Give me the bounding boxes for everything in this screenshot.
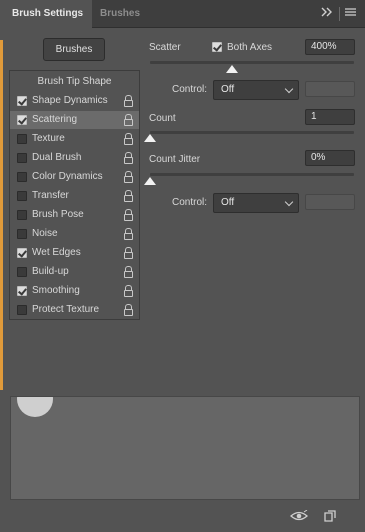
scatter-slider-track[interactable] [150,61,354,64]
list-item-color-dynamics[interactable]: Color Dynamics [10,168,139,186]
item-label: Scattering [32,114,78,125]
scatter-label: Scatter [149,42,181,53]
list-item-protect-texture[interactable]: Protect Texture [10,301,139,319]
lock-icon[interactable] [124,171,133,183]
scatter-control-label: Control: [172,84,208,95]
list-item-smoothing[interactable]: Smoothing [10,282,139,300]
panel-tab-bar: Brush Settings Brushes [3,0,365,29]
checkbox-protect-texture[interactable] [17,305,27,315]
brush-settings-panel: Brush Settings Brushes Brushes Brush Tip… [3,0,365,532]
checkbox-dual-brush[interactable] [17,153,27,163]
lock-icon[interactable] [124,152,133,164]
count-jitter-value-field[interactable]: 0% [305,150,355,166]
tab-brushes[interactable]: Brushes [91,0,149,28]
brush-tip-list: Brush Tip Shape Shape Dynamics Scatterin… [9,70,140,320]
checkbox-color-dynamics[interactable] [17,172,27,182]
scatter-slider-handle[interactable] [226,65,238,73]
list-item-wet-edges[interactable]: Wet Edges [10,244,139,262]
lock-icon[interactable] [124,133,133,145]
checkbox-texture[interactable] [17,134,27,144]
list-item-noise[interactable]: Noise [10,225,139,243]
chevron-down-icon [284,84,294,94]
eye-toggle-icon[interactable] [290,509,308,525]
count-slider-handle[interactable] [144,134,156,142]
lock-icon[interactable] [124,266,133,278]
checkbox-wet-edges[interactable] [17,248,27,258]
jitter-control-amount-field [305,194,355,210]
lock-icon[interactable] [124,209,133,221]
list-item-build-up[interactable]: Build-up [10,263,139,281]
double-chevron-right-icon[interactable] [321,0,333,28]
item-label: Shape Dynamics [32,95,108,106]
count-jitter-slider-track[interactable] [150,173,354,176]
jitter-control-label: Control: [172,197,208,208]
both-axes-checkbox[interactable] [212,42,222,52]
tab-brush-settings[interactable]: Brush Settings [3,0,93,29]
scatter-value-field[interactable]: 400% [305,39,355,55]
list-item-brush-pose[interactable]: Brush Pose [10,206,139,224]
scatter-control-amount-field [305,81,355,97]
count-jitter-label: Count Jitter [149,154,201,165]
lock-icon[interactable] [124,114,133,126]
item-label: Color Dynamics [32,171,103,182]
count-slider-track[interactable] [150,131,354,134]
lock-icon[interactable] [124,95,133,107]
jitter-control-value: Off [221,197,235,208]
brushes-button[interactable]: Brushes [43,38,105,61]
item-label: Smoothing [32,285,80,296]
count-label: Count [149,113,176,124]
list-item-dual-brush[interactable]: Dual Brush [10,149,139,167]
lock-icon[interactable] [124,190,133,202]
checkbox-brush-pose[interactable] [17,210,27,220]
both-axes-label: Both Axes [227,42,273,53]
tab-bar-divider [339,7,340,21]
count-jitter-slider-handle[interactable] [144,177,156,185]
checkbox-shape-dynamics[interactable] [17,96,27,106]
list-item-texture[interactable]: Texture [10,130,139,148]
item-label: Brush Pose [32,209,84,220]
brush-tip-shape-item[interactable]: Brush Tip Shape [10,73,139,91]
item-label: Texture [32,133,65,144]
lock-icon[interactable] [124,285,133,297]
brush-dab-preview [17,397,53,417]
checkbox-scattering[interactable] [17,115,27,125]
item-label: Build-up [32,266,69,277]
new-preset-icon[interactable] [324,510,336,525]
list-item-shape-dynamics[interactable]: Shape Dynamics [10,92,139,110]
item-label: Protect Texture [32,304,100,315]
list-item-transfer[interactable]: Transfer [10,187,139,205]
brush-stroke-preview [10,396,360,500]
chevron-down-icon [284,197,294,207]
scatter-control-select[interactable]: Off [213,80,299,100]
checkbox-noise[interactable] [17,229,27,239]
checkbox-build-up[interactable] [17,267,27,277]
item-label: Noise [32,228,58,239]
item-label: Dual Brush [32,152,82,163]
jitter-control-select[interactable]: Off [213,193,299,213]
scatter-control-value: Off [221,84,235,95]
hamburger-menu-icon[interactable] [345,0,356,28]
item-label: Wet Edges [32,247,81,258]
lock-icon[interactable] [124,304,133,316]
count-value-field[interactable]: 1 [305,109,355,125]
checkbox-transfer[interactable] [17,191,27,201]
checkbox-smoothing[interactable] [17,286,27,296]
lock-icon[interactable] [124,247,133,259]
lock-icon[interactable] [124,228,133,240]
item-label: Transfer [32,190,69,201]
list-item-scattering[interactable]: Scattering [10,111,139,129]
